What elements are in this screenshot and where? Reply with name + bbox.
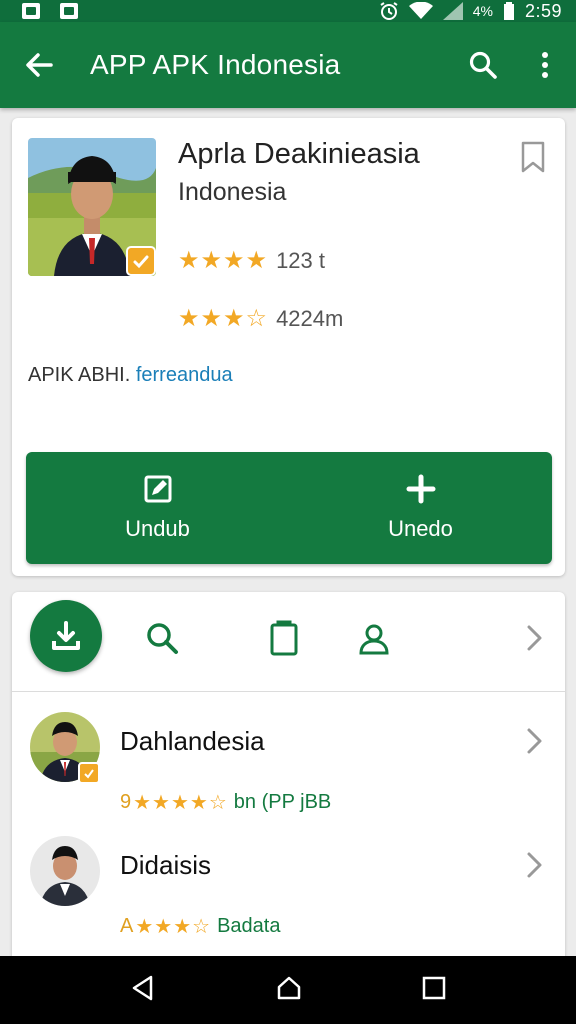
page-title: APP APK Indonesia <box>90 49 341 80</box>
filled-stars: ★★★ <box>178 305 246 332</box>
item-title: Dahlandesia <box>120 726 265 756</box>
item-title: Didaisis <box>120 850 212 880</box>
item-meta: A ★★★☆ Badata <box>120 914 280 939</box>
list-item[interactable]: Didaisis A ★★★☆ Badata <box>12 836 565 956</box>
verified-badge <box>78 762 100 784</box>
empty-star: ☆ <box>208 792 228 814</box>
check-icon <box>84 769 94 779</box>
recents-nav-button[interactable] <box>421 975 447 1006</box>
download-icon <box>52 621 80 650</box>
app-name: Aprla Deakinieasia <box>178 138 420 170</box>
app-bar: APP APK Indonesia <box>0 22 576 108</box>
description-link[interactable]: ferreandua <box>136 364 233 386</box>
arrow-left-icon <box>26 53 53 77</box>
filled-stars: ★★★ <box>135 916 193 938</box>
filled-stars: ★★★★ <box>133 792 209 814</box>
verified-badge <box>126 246 156 276</box>
user-icon <box>359 624 389 655</box>
meta-prefix: 9 <box>120 791 132 813</box>
item-chevron <box>524 726 544 761</box>
undub-button[interactable]: Undub <box>26 452 289 564</box>
profile-button[interactable] <box>354 618 394 658</box>
search-tool-button[interactable] <box>142 618 182 658</box>
person-photo <box>30 836 100 906</box>
rating-row: ★★★☆ 4224m <box>178 304 343 333</box>
plus-icon <box>406 474 435 504</box>
back-nav-button[interactable] <box>129 974 157 1007</box>
edit-icon <box>144 475 171 503</box>
empty-star: ☆ <box>192 916 212 938</box>
button-label: Unedo <box>388 516 453 541</box>
app-info-card: Aprla Deakinieasia Indonesia ★★★★ 123 t … <box>12 118 565 576</box>
item-chevron <box>524 850 544 885</box>
action-buttons: Undub Unedo <box>26 452 552 564</box>
home-icon <box>277 976 301 999</box>
clipboard-icon <box>270 620 298 656</box>
description: APIK ABHI. ferreandua <box>28 364 233 387</box>
item-meta: 9 ★★★★☆ bn (PP jBB <box>120 790 331 815</box>
status-bar: 4% 2:59 <box>0 0 576 22</box>
search-button[interactable] <box>452 22 514 108</box>
list-item[interactable]: Dahlandesia 9 ★★★★☆ bn (PP jBB <box>12 712 565 832</box>
chevron-right-icon <box>527 728 542 754</box>
bookmark-button[interactable] <box>519 140 547 179</box>
more-options-button[interactable] <box>514 22 576 108</box>
rating-row: ★★★★ 123 t <box>178 246 325 275</box>
rating-count: 123 t <box>276 247 325 273</box>
toolbar-next-button[interactable] <box>514 618 554 658</box>
star-rating: ★★★★☆ <box>133 790 228 815</box>
notification-icon <box>60 3 78 19</box>
battery-icon <box>503 2 514 20</box>
card-toolbar <box>12 592 565 692</box>
alarm-icon <box>380 2 398 20</box>
description-text: APIK ABHI. <box>28 364 131 386</box>
signal-icon <box>442 2 463 20</box>
meta-text: bn (PP jBB <box>233 791 332 813</box>
star-rating: ★★★★ <box>178 247 269 274</box>
star-rating: ★★★☆ <box>178 304 268 333</box>
star-rating: ★★★☆ <box>135 914 211 939</box>
square-recents-icon <box>422 976 446 999</box>
bookmark-icon <box>521 141 545 173</box>
rating-count: 4224m <box>276 305 344 331</box>
triangle-back-icon <box>132 975 153 1000</box>
home-nav-button[interactable] <box>275 974 303 1007</box>
clipboard-button[interactable] <box>264 618 304 658</box>
button-label: Undub <box>125 516 190 541</box>
check-icon <box>133 255 149 269</box>
related-apps-card: Dahlandesia 9 ★★★★☆ bn (PP jBB Didaisis … <box>12 592 565 964</box>
meta-text: Badata <box>217 915 281 937</box>
more-vert-icon <box>542 52 548 78</box>
avatar <box>30 836 100 906</box>
notification-icon <box>22 3 40 19</box>
unedo-button[interactable]: Unedo <box>289 452 552 564</box>
clock: 2:59 <box>524 0 562 21</box>
app-subtitle: Indonesia <box>178 178 287 206</box>
chevron-right-icon <box>527 852 542 878</box>
search-icon <box>147 623 178 654</box>
search-icon <box>469 51 497 79</box>
wifi-icon <box>408 2 433 19</box>
battery-text: 4% <box>472 3 493 19</box>
chevron-right-icon <box>527 625 542 651</box>
app-avatar[interactable] <box>28 138 156 276</box>
meta-prefix: A <box>120 915 134 937</box>
back-button[interactable] <box>0 22 78 108</box>
system-nav-bar <box>0 956 576 1024</box>
empty-star: ☆ <box>245 305 269 332</box>
download-button[interactable] <box>30 600 102 672</box>
